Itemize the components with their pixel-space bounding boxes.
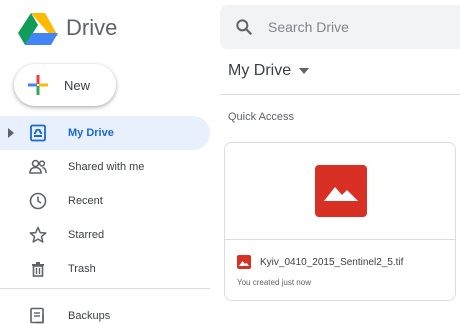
quick-access-label: Quick Access: [228, 111, 295, 123]
file-name: Kyiv_0410_2015_Sentinel2_5.tif: [260, 256, 404, 268]
search-icon[interactable]: [234, 17, 254, 37]
sidebar-item-trash[interactable]: Trash: [0, 252, 210, 286]
sidebar-divider: [0, 288, 210, 289]
search-bar[interactable]: [220, 5, 460, 49]
drive-logo-icon: [18, 13, 58, 45]
card-divider: [225, 239, 455, 240]
sidebar-item-label: Shared with me: [68, 161, 145, 173]
expand-caret-icon[interactable]: [8, 128, 14, 138]
sidebar-item-label: Trash: [68, 263, 96, 275]
sidebar-item-backups[interactable]: Backups: [0, 299, 210, 324]
header-divider: [220, 94, 460, 95]
file-thumbnail: [225, 143, 455, 239]
backups-icon: [30, 307, 44, 324]
sidebar-item-starred[interactable]: Starred: [0, 218, 210, 252]
sidebar-item-label: My Drive: [68, 127, 114, 139]
file-name-row: Kyiv_0410_2015_Sentinel2_5.tif: [237, 255, 403, 269]
search-input[interactable]: [268, 19, 448, 35]
new-button[interactable]: New: [14, 64, 116, 106]
my-drive-icon: [30, 124, 46, 142]
shared-with-me-icon: [29, 159, 47, 174]
drive-brand[interactable]: Drive: [18, 8, 117, 48]
mountain-icon: [324, 187, 358, 201]
quick-access-file-card[interactable]: Kyiv_0410_2015_Sentinel2_5.tif You creat…: [224, 142, 456, 301]
file-meta: You created just now: [237, 278, 311, 287]
star-icon: [29, 226, 47, 243]
sidebar-item-recent[interactable]: Recent: [0, 184, 210, 218]
sidebar-item-label: Backups: [68, 310, 111, 322]
sidebar-item-label: Recent: [68, 195, 103, 207]
sidebar-item-shared-with-me[interactable]: Shared with me: [0, 150, 210, 184]
plus-icon: [28, 75, 48, 95]
page-title-dropdown[interactable]: My Drive: [228, 62, 310, 80]
clock-icon: [29, 192, 47, 210]
trash-icon: [32, 262, 44, 277]
sidebar-item-my-drive[interactable]: My Drive: [0, 116, 210, 150]
sidebar-item-label: Starred: [68, 229, 105, 241]
page-title: My Drive: [228, 62, 292, 79]
image-thumbnail-icon: [315, 165, 367, 217]
sidebar-nav: My Drive Shared with me Recent Starred T…: [0, 116, 210, 286]
chevron-down-icon: [299, 68, 310, 74]
app-name: Drive: [66, 15, 118, 40]
new-button-label: New: [64, 77, 91, 93]
image-file-icon: [237, 255, 251, 269]
